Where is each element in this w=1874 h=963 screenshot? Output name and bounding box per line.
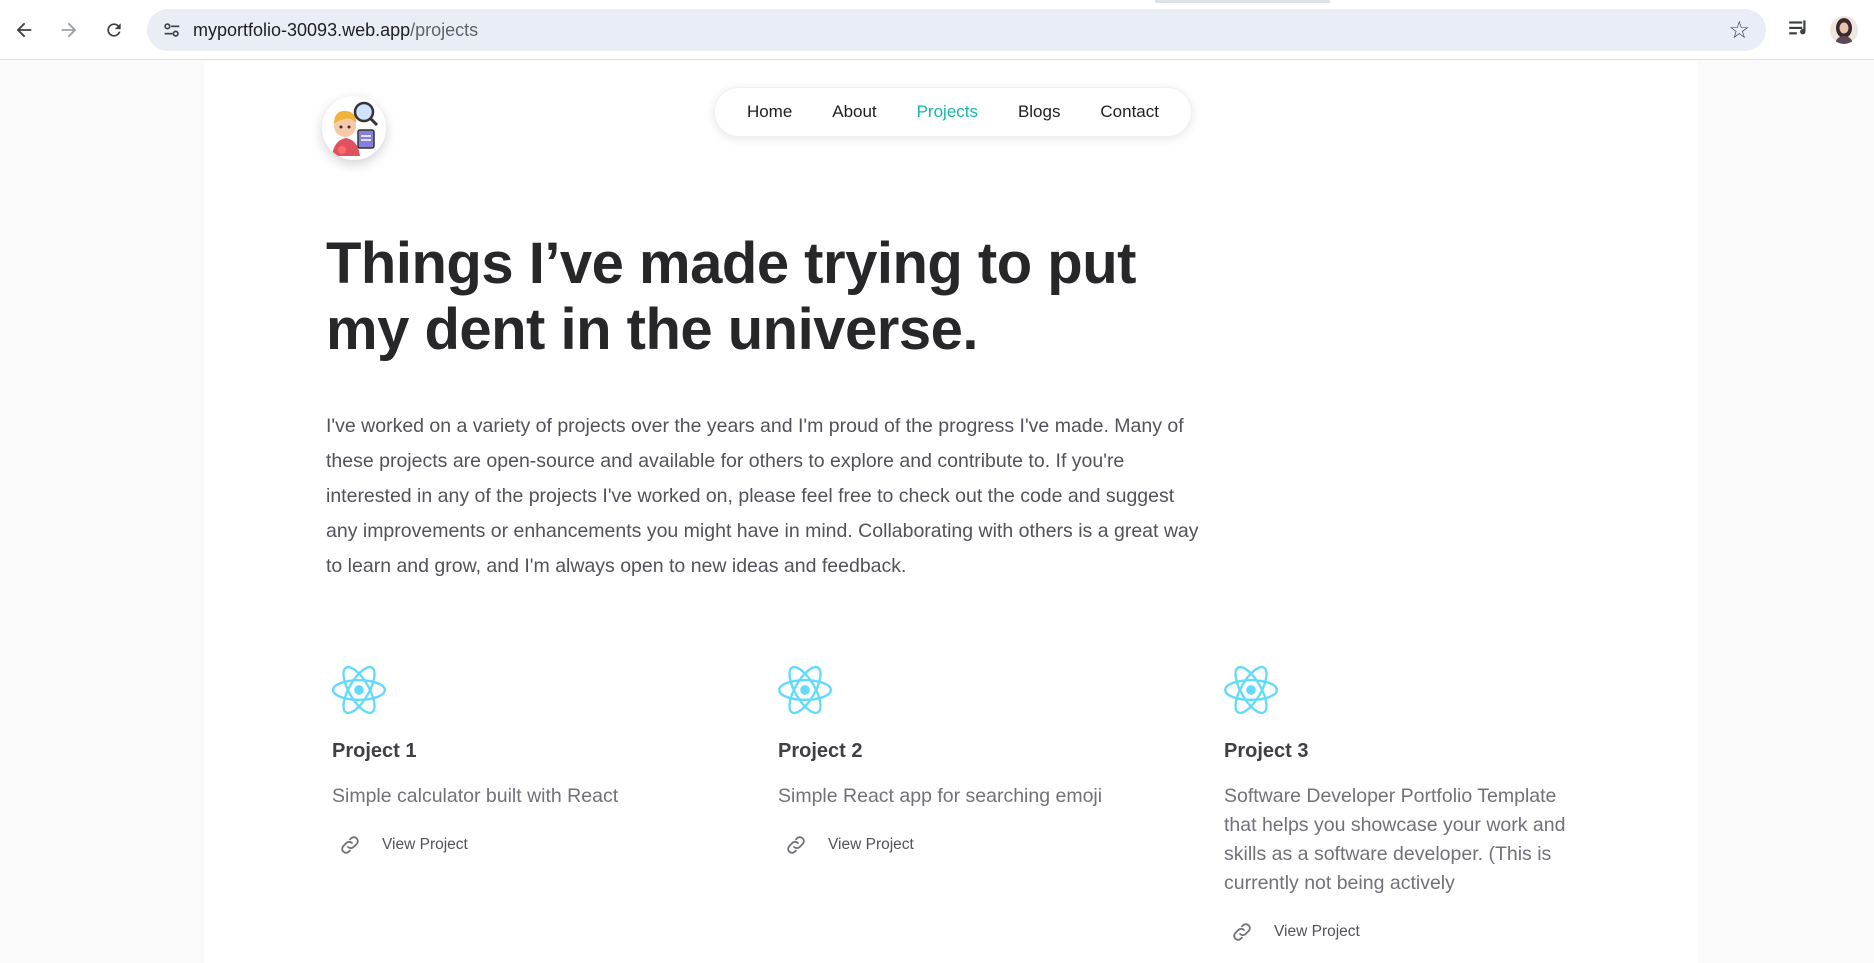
reload-icon <box>107 23 121 37</box>
project-card: Project 3 Software Developer Portfolio T… <box>1224 665 1584 944</box>
page-title: Things I’ve made trying to put my dent i… <box>326 231 1136 362</box>
link-icon <box>341 836 359 854</box>
nav-projects[interactable]: Projects <box>917 102 978 122</box>
intro-paragraph: I've worked on a variety of projects ove… <box>326 415 1199 577</box>
nav-blogs[interactable]: Blogs <box>1018 102 1061 122</box>
project-title[interactable]: Project 1 <box>332 740 692 763</box>
bookmark-star-icon[interactable]: ☆ <box>1728 16 1750 45</box>
project-description: Software Developer Portfolio Template th… <box>1224 785 1566 894</box>
address-bar[interactable]: myportfolio-30093.web.app/projects ☆ <box>147 9 1766 51</box>
link-icon <box>787 836 805 854</box>
url-host: myportfolio-30093.web.app <box>193 20 411 40</box>
project-description: Simple calculator built with React <box>332 785 619 807</box>
url-path: /projects <box>410 20 479 40</box>
react-icon <box>778 665 832 715</box>
site-info-icon[interactable] <box>161 19 183 41</box>
arrow-right-icon <box>61 22 77 38</box>
page-container: Home About Projects Blogs Contact Things… <box>204 61 1698 963</box>
profile-photo-icon <box>1830 16 1858 44</box>
nav-home[interactable]: Home <box>747 102 792 122</box>
project-description: Simple React app for searching emoji <box>778 785 1103 807</box>
profile-avatar[interactable] <box>1830 16 1858 44</box>
react-icon <box>332 665 386 715</box>
view-project-link[interactable]: View Project <box>778 833 1138 857</box>
nav-contact[interactable]: Contact <box>1100 102 1159 122</box>
view-project-label[interactable]: View Project <box>1274 923 1360 941</box>
project-card: Project 2 Simple React app for searching… <box>778 665 1138 857</box>
forward-button[interactable] <box>51 12 87 48</box>
link-icon <box>1233 923 1251 941</box>
project-title[interactable]: Project 2 <box>778 740 1138 763</box>
reload-button[interactable] <box>96 12 132 48</box>
back-button[interactable] <box>6 12 42 48</box>
avatar-logo[interactable] <box>322 96 386 160</box>
browser-toolbar: myportfolio-30093.web.app/projects ☆ <box>0 0 1874 60</box>
project-title[interactable]: Project 3 <box>1224 740 1584 763</box>
react-icon <box>1224 665 1278 715</box>
view-project-label[interactable]: View Project <box>382 836 468 854</box>
main-navigation: Home About Projects Blogs Contact <box>714 87 1192 137</box>
arrow-left-icon <box>16 22 32 38</box>
url-text[interactable]: myportfolio-30093.web.app/projects <box>193 20 478 41</box>
view-project-label[interactable]: View Project <box>828 836 914 854</box>
developer-avatar-icon <box>322 96 386 160</box>
nav-about[interactable]: About <box>832 102 876 122</box>
media-controls-icon[interactable] <box>1786 16 1812 42</box>
view-project-link[interactable]: View Project <box>1224 920 1584 944</box>
view-project-link[interactable]: View Project <box>332 833 692 857</box>
tab-indicator <box>1155 0 1330 3</box>
project-card: Project 1 Simple calculator built with R… <box>332 665 692 857</box>
